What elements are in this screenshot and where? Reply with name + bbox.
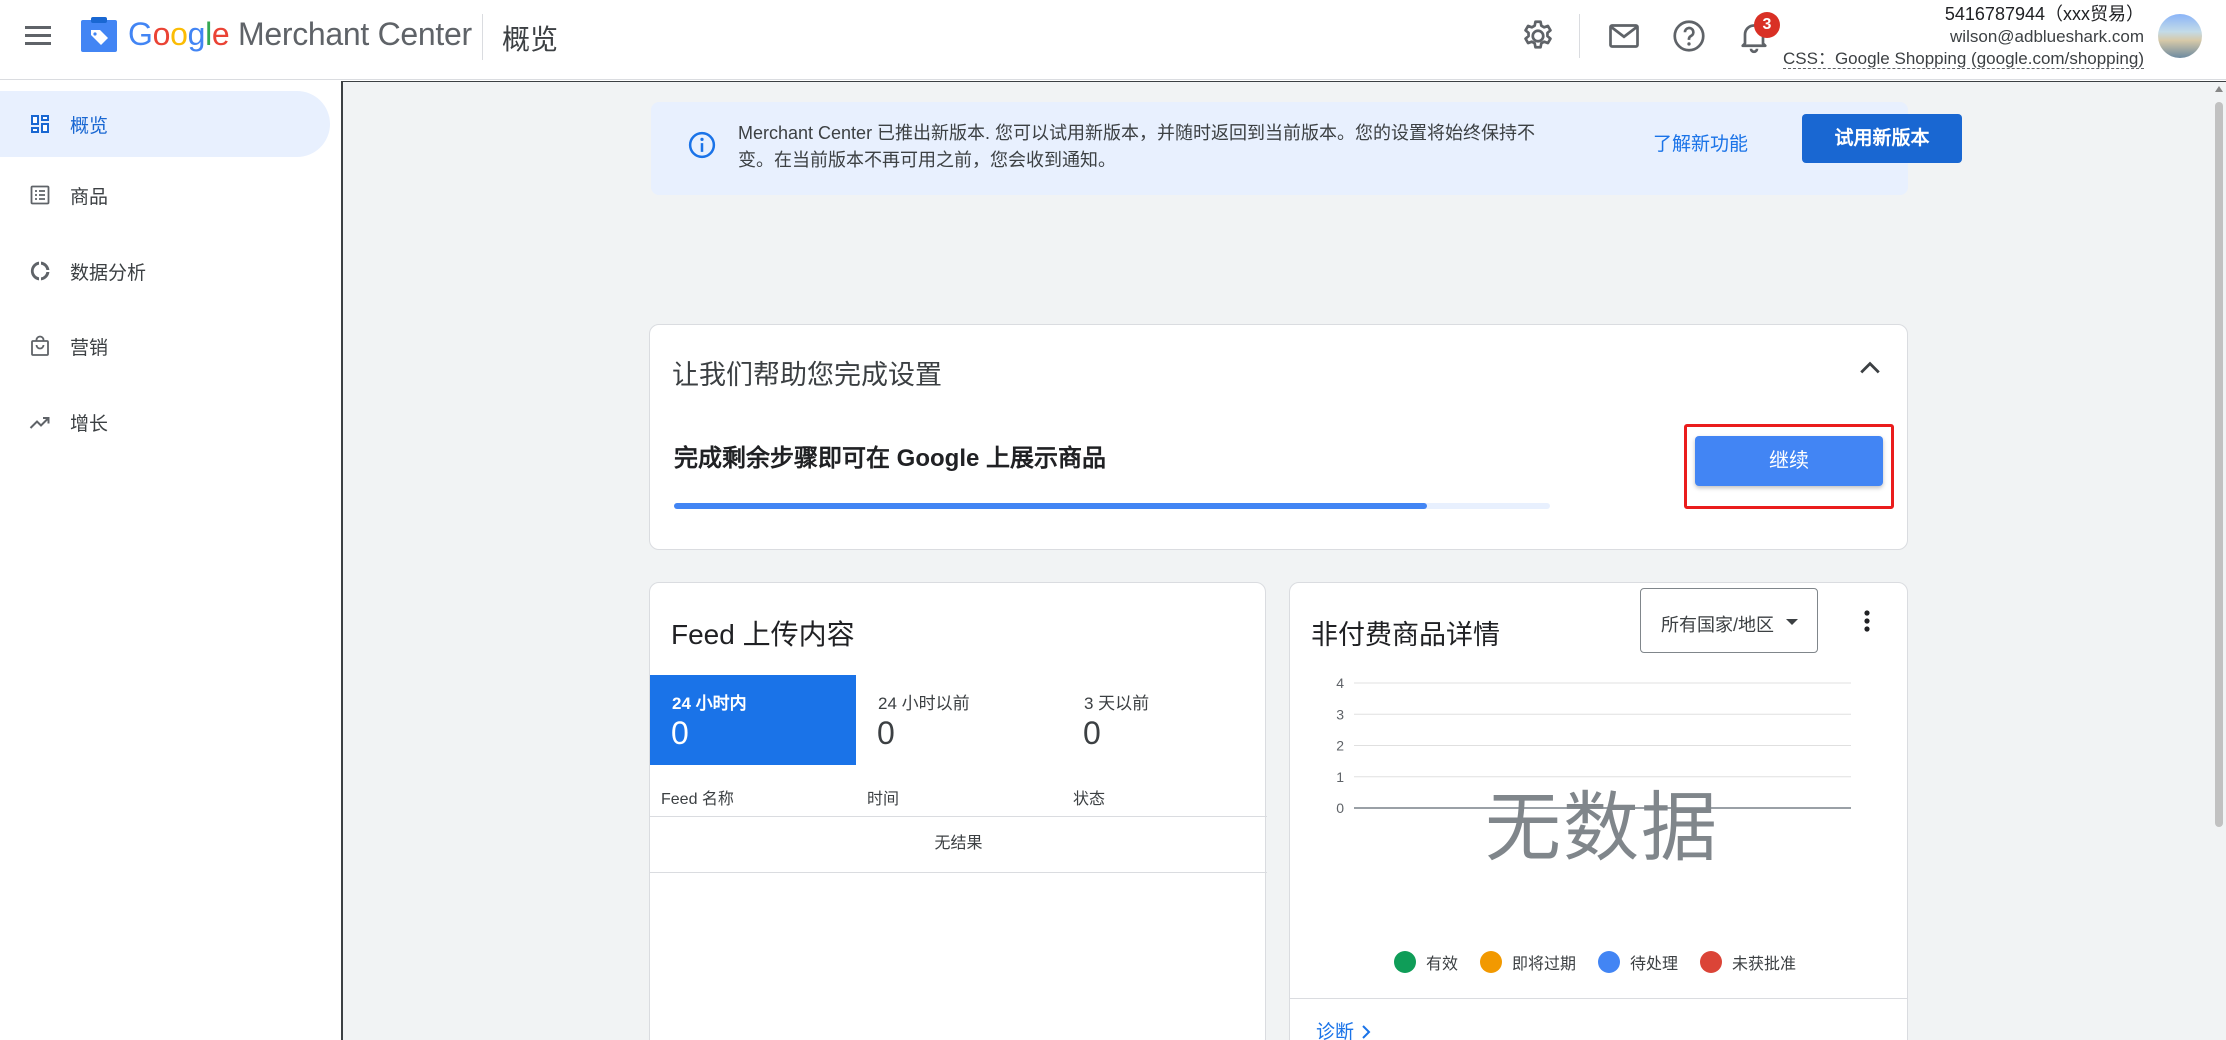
setup-card-title: 让我们帮助您完成设置	[672, 360, 942, 390]
legend-dot-icon	[1598, 951, 1621, 973]
continue-button[interactable]: 继续	[1695, 436, 1883, 486]
sidebar-item-overview[interactable]: 概览	[0, 91, 330, 157]
feed-uploads-card: Feed 上传内容 24 小时内 0 24 小时以前 0 3 天以前 0 Fee…	[649, 582, 1268, 1040]
app-brand: Google Merchant Center	[128, 16, 472, 52]
y-tick-label: 2	[1336, 738, 1344, 754]
feed-tab-before-24h[interactable]: 24 小时以前 0	[856, 675, 1062, 765]
scrollbar-thumb[interactable]	[2215, 102, 2223, 827]
sidebar-item-marketing[interactable]: 营销	[0, 313, 330, 379]
sidebar-item-label: 概览	[70, 115, 109, 137]
brand-divider	[482, 14, 483, 60]
new-version-banner: Merchant Center 已推出新版本. 您可以试用新版本，并随时返回到当…	[651, 102, 1962, 195]
setup-card-subtitle: 完成剩余步骤即可在 Google 上展示商品	[674, 445, 1106, 472]
settings-gear-icon[interactable]	[1520, 18, 1556, 54]
legend-dot-icon	[1394, 951, 1416, 973]
card-divider	[1290, 998, 1907, 999]
account-css: CSS：Google Shopping (google.com/shopping…	[1782, 49, 2144, 69]
feed-card-title: Feed 上传内容	[671, 619, 855, 650]
no-data-label: 无数据	[1485, 786, 1719, 871]
page-title: 概览	[502, 24, 559, 55]
feed-tab-label: 24 小时内	[672, 694, 747, 713]
avatar[interactable]	[2158, 14, 2202, 58]
shopping-bag-icon	[31, 335, 49, 356]
main-scrollbar[interactable]	[2212, 82, 2226, 1040]
learn-new-features-link[interactable]: 了解新功能	[1653, 129, 1748, 156]
y-tick-label: 4	[1336, 675, 1344, 691]
mail-icon[interactable]	[1606, 18, 1642, 54]
trending-up-icon	[29, 417, 50, 429]
unpaid-card-title: 非付费商品详情	[1311, 620, 1500, 650]
feed-tab-value: 0	[671, 715, 689, 751]
country-dropdown-value: 所有国家/地区	[1661, 615, 1775, 635]
setup-progress-bar	[674, 503, 1550, 509]
legend-item: 待处理	[1598, 950, 1678, 974]
setup-card: 让我们帮助您完成设置 完成剩余步骤即可在 Google 上展示商品 继续	[649, 324, 1908, 550]
feed-tab-value: 0	[1083, 715, 1101, 751]
country-dropdown[interactable]: 所有国家/地区	[1640, 588, 1818, 653]
sidebar-item-products[interactable]: 商品	[0, 162, 330, 228]
chevron-right-icon	[1362, 1025, 1371, 1039]
help-icon[interactable]	[1671, 18, 1707, 54]
feed-tab-label: 24 小时以前	[878, 694, 970, 713]
legend-item: 未获批准	[1700, 950, 1796, 974]
feed-table-header: Feed 名称 时间 状态	[650, 775, 1267, 817]
dropdown-arrow-icon	[1786, 619, 1798, 625]
account-id: 5416787944（xxx贸易）	[1944, 4, 2144, 24]
legend-item: 即将过期	[1480, 950, 1576, 974]
analytics-icon	[30, 261, 50, 281]
feed-tab-label: 3 天以前	[1084, 694, 1150, 713]
legend-label: 待处理	[1630, 956, 1679, 973]
sidebar-item-label: 商品	[70, 186, 109, 208]
more-vert-icon[interactable]	[1855, 605, 1879, 637]
setup-progress-fill	[674, 503, 1428, 509]
diagnostics-link[interactable]: 诊断	[1316, 1017, 1373, 1040]
sidebar-item-label: 营销	[70, 337, 109, 359]
header-divider	[1579, 14, 1580, 58]
legend-dot-icon	[1480, 951, 1503, 973]
feed-tab-value: 0	[877, 715, 895, 751]
column-header-feed-name[interactable]: Feed 名称	[661, 785, 734, 809]
sidebar-nav: 概览 商品 数据分析 营销 增长	[0, 81, 340, 1040]
notification-count-badge: 3	[1754, 12, 1780, 38]
banner-message: Merchant Center 已推出新版本. 您可以试用新版本，并随时返回到当…	[738, 123, 1536, 170]
scroll-up-arrow-icon[interactable]	[2215, 86, 2223, 92]
dashboard-icon	[31, 115, 49, 133]
account-email: wilson@adblueshark.com	[1950, 27, 2144, 46]
sidebar-item-label: 增长	[70, 413, 109, 435]
try-new-version-button[interactable]: 试用新版本	[1802, 114, 1962, 163]
feed-tab-24h[interactable]: 24 小时内 0	[650, 675, 856, 765]
list-icon	[30, 185, 50, 205]
chevron-up-icon[interactable]	[1855, 353, 1885, 383]
chart-legend: 有效 即将过期 待处理 未获批准	[1394, 947, 1818, 977]
feed-tab-3-days[interactable]: 3 天以前 0	[1062, 675, 1268, 765]
diagnostics-link-label: 诊断	[1316, 1022, 1355, 1040]
legend-label: 即将过期	[1512, 956, 1577, 973]
legend-label: 未获批准	[1732, 956, 1797, 973]
legend-item: 有效	[1394, 950, 1458, 974]
merchant-center-logo-icon	[81, 17, 117, 52]
column-header-status[interactable]: 状态	[1073, 785, 1105, 809]
main-content: Merchant Center 已推出新版本. 您可以试用新版本，并随时返回到当…	[341, 81, 2226, 1040]
account-info[interactable]: 5416787944（xxx贸易） wilson@adblueshark.com…	[1782, 2, 2144, 70]
legend-dot-icon	[1700, 951, 1723, 973]
sidebar-item-label: 数据分析	[70, 262, 147, 284]
column-header-time[interactable]: 时间	[867, 785, 899, 809]
main-menu-button[interactable]	[22, 20, 54, 52]
y-tick-label: 3	[1336, 706, 1344, 722]
y-tick-label: 1	[1336, 769, 1344, 785]
y-tick-label: 0	[1336, 800, 1344, 816]
top-app-bar: Google Merchant Center 概览 3 5416787944（x…	[0, 0, 2226, 80]
legend-label: 有效	[1426, 956, 1459, 973]
sidebar-item-analytics[interactable]: 数据分析	[0, 238, 330, 304]
unpaid-products-card: 非付费商品详情 所有国家/地区 43210 无数据 有效 即将过期 待处理 未获批准 …	[1289, 582, 1908, 1040]
sidebar-item-growth[interactable]: 增长	[0, 389, 330, 455]
info-icon	[688, 131, 716, 159]
feed-empty-message: 无结果	[650, 817, 1267, 873]
